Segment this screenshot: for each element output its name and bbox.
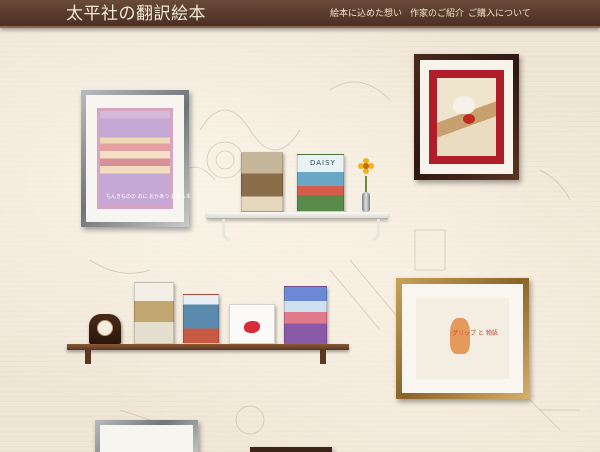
- main-nav: 絵本に込めた想い 作家のご紹介 ご購入について: [0, 7, 600, 21]
- wall-shelf-bottom: [67, 344, 349, 350]
- frame-mat: グリップ と 物語: [402, 284, 523, 393]
- framed-artwork-fox[interactable]: グリップ と 物語: [396, 278, 529, 399]
- frame-mat: もんきものの おに おかあつ お話ろ本: [86, 95, 191, 222]
- framed-artwork-partial-right[interactable]: [250, 447, 332, 452]
- nav-item-philosophy[interactable]: 絵本に込めた想い: [330, 7, 402, 21]
- framed-artwork-moon[interactable]: もんきものの おに おかあつ お話ろ本: [81, 90, 191, 227]
- frame-inner-mat: [429, 70, 504, 164]
- artwork-cat-image: [437, 78, 496, 156]
- book-daisy-title: DAISY: [310, 159, 336, 167]
- book-cover-6[interactable]: [284, 286, 327, 344]
- artwork-fox-caption: グリップ と 物語: [452, 330, 498, 337]
- shelf-bracket: [372, 219, 380, 241]
- frame-mat: [420, 60, 513, 174]
- clock-icon: [89, 314, 121, 344]
- frame-mat: [100, 425, 193, 452]
- book-cover-3[interactable]: [134, 282, 174, 344]
- artwork-fox-image: グリップ と 物語: [416, 298, 509, 379]
- artwork-moon-image: もんきものの おに おかあつ お話ろ本: [97, 108, 191, 209]
- book-cover-1[interactable]: [241, 152, 283, 212]
- nav-item-authors[interactable]: 作家のご紹介: [410, 7, 464, 21]
- framed-artwork-cat[interactable]: [414, 54, 519, 180]
- vase-icon: [361, 176, 371, 212]
- nav-item-purchase[interactable]: ご購入について: [468, 7, 531, 21]
- shelf-bracket: [85, 350, 91, 364]
- shelf-bracket: [320, 350, 326, 364]
- flower-icon: [358, 158, 374, 174]
- book-cover-5[interactable]: [229, 304, 275, 344]
- book-cover-daisy[interactable]: DAISY: [297, 154, 344, 212]
- artwork-moon-caption: もんきものの おに おかあつ お話ろ本: [106, 194, 191, 200]
- book-cover-4[interactable]: [183, 294, 219, 344]
- site-header: 太平社の翻訳絵本 絵本に込めた想い 作家のご紹介 ご購入について: [0, 0, 600, 28]
- wall-shelf-top: [207, 212, 388, 219]
- framed-artwork-partial[interactable]: [95, 420, 198, 452]
- shelf-bracket: [222, 219, 230, 241]
